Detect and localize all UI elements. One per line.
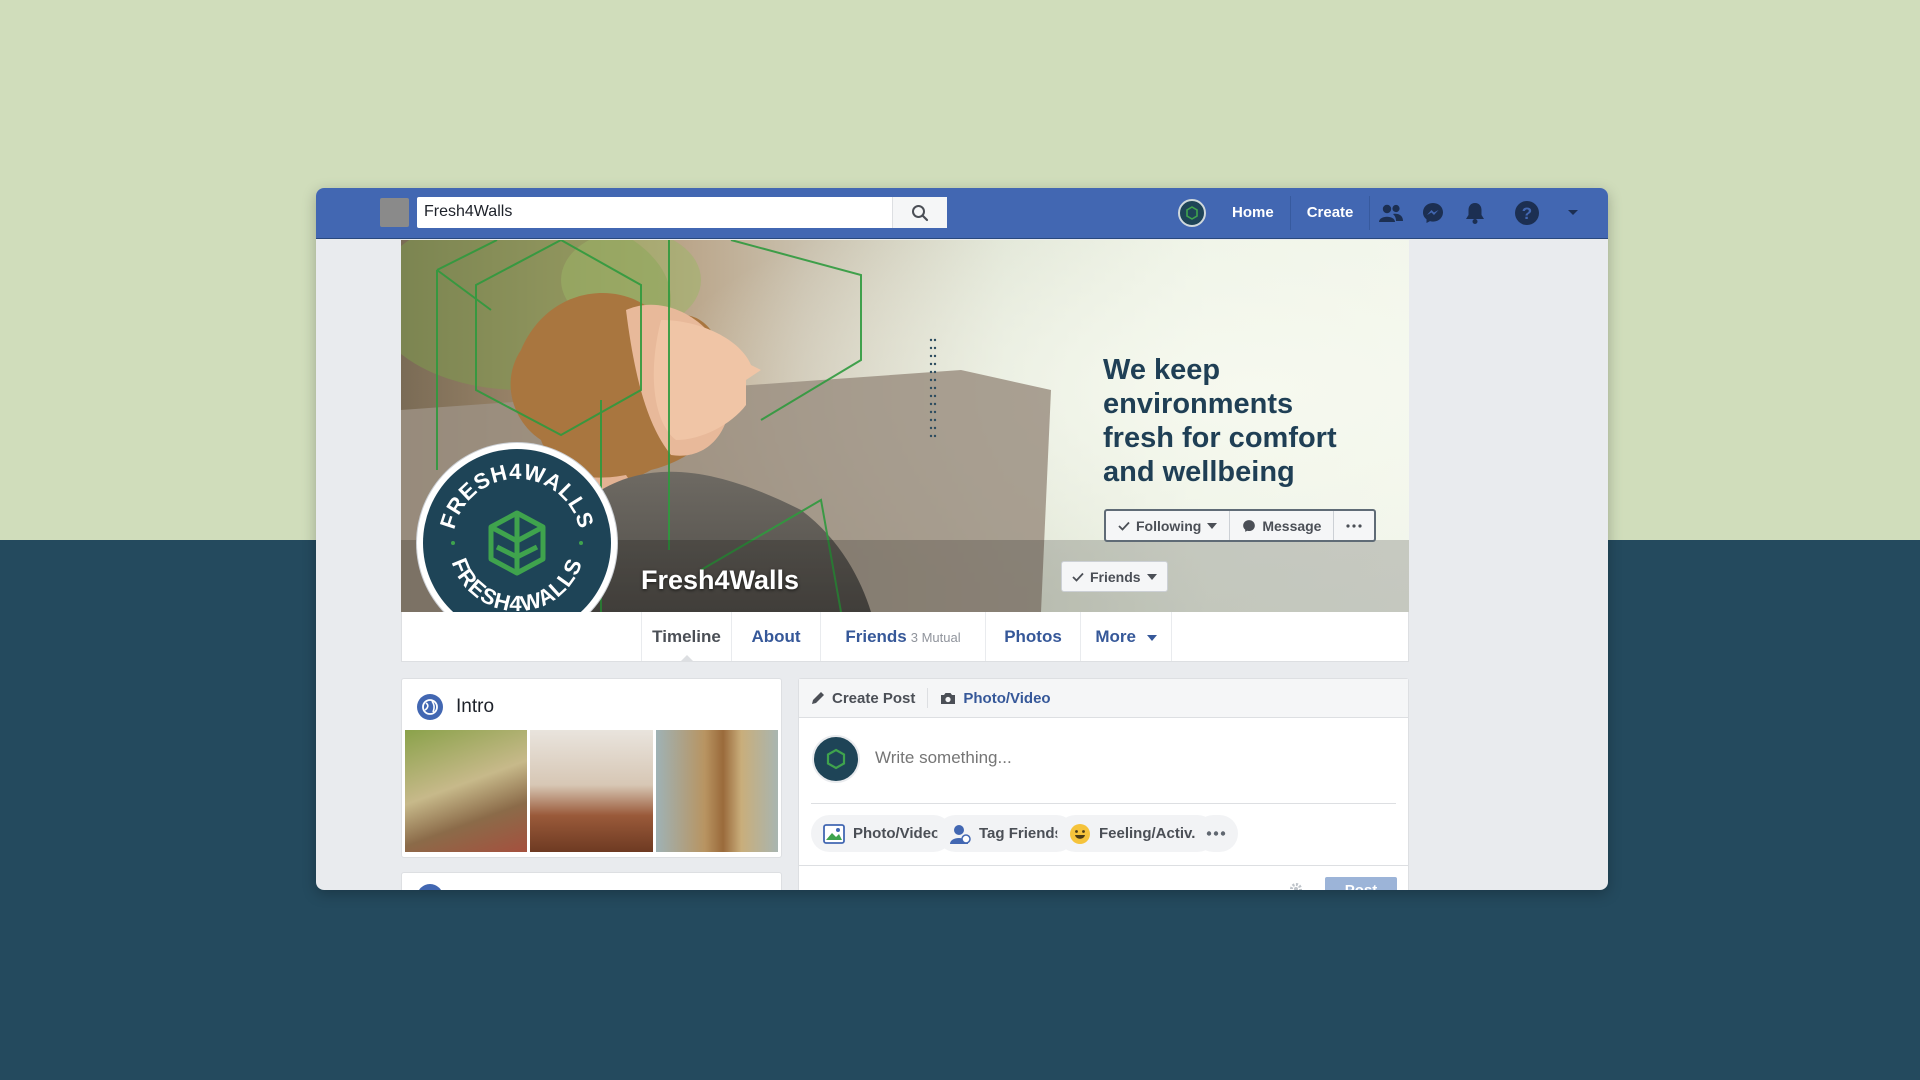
- search-button[interactable]: [892, 197, 947, 228]
- gear-icon[interactable]: [1289, 882, 1303, 890]
- checkmark-icon: [1072, 572, 1084, 582]
- tab-photos[interactable]: Photos: [985, 612, 1080, 661]
- tag-friends-button[interactable]: Tag Friends: [937, 815, 1075, 852]
- message-button-label: Message: [1262, 517, 1322, 534]
- smiley-icon: [1070, 823, 1090, 844]
- caret-down-icon: [1207, 522, 1218, 529]
- create-post-tab[interactable]: Create Post: [799, 688, 929, 708]
- ellipsis-icon: [1346, 523, 1363, 528]
- composer-avatar: [812, 735, 860, 783]
- nav-create-link[interactable]: Create: [1291, 196, 1371, 230]
- intro-photo-seedling[interactable]: [405, 730, 528, 852]
- active-tab-indicator: [679, 655, 694, 662]
- following-button-label: Following: [1136, 517, 1202, 534]
- globe-icon: [417, 694, 443, 720]
- notifications-bell-icon[interactable]: [1454, 196, 1496, 230]
- composer-divider: [811, 803, 1396, 804]
- page-title[interactable]: Fresh4Walls: [641, 565, 799, 596]
- search-icon: [912, 204, 929, 221]
- friends-button[interactable]: Friends: [1061, 561, 1168, 592]
- post-composer: Create Post Photo/Video Photo/Video Tag …: [798, 678, 1409, 890]
- top-navigation-bar: Home Create ?: [316, 188, 1608, 239]
- friend-requests-icon[interactable]: [1370, 196, 1412, 230]
- ellipsis-icon: [1206, 831, 1226, 836]
- intro-title: Intro: [456, 696, 495, 717]
- globe-icon: [419, 884, 441, 890]
- tab-about-label: About: [751, 627, 801, 646]
- nav-home-link[interactable]: Home: [1216, 196, 1291, 230]
- mutual-friends-count: 3 Mutual: [910, 630, 961, 645]
- messenger-icon[interactable]: [1412, 196, 1454, 230]
- nav-right: Home Create ?: [1178, 196, 1594, 230]
- tab-timeline-label: Timeline: [652, 627, 721, 646]
- friends-button-label: Friends: [1090, 568, 1141, 585]
- photo-video-tab-label: Photo/Video: [963, 689, 1051, 707]
- search-input[interactable]: [424, 202, 874, 222]
- more-options-button[interactable]: [1334, 511, 1374, 540]
- composer-header: Create Post Photo/Video: [799, 679, 1408, 718]
- tab-about[interactable]: About: [731, 612, 820, 661]
- tab-friends-label: Friends: [845, 627, 907, 646]
- help-icon[interactable]: ?: [1506, 196, 1548, 230]
- tab-friends[interactable]: Friends 3 Mutual: [820, 612, 985, 661]
- brand-mark-icon: [1186, 206, 1198, 220]
- profile-avatar[interactable]: [1178, 199, 1206, 227]
- browser-window: Home Create ?: [316, 188, 1608, 890]
- photo-icon: [823, 823, 845, 844]
- photo-video-button[interactable]: Photo/Video: [811, 815, 953, 852]
- search-box: [417, 197, 947, 228]
- intro-card: Intro: [401, 678, 782, 858]
- message-button[interactable]: Message: [1230, 511, 1335, 540]
- feeling-activity-button[interactable]: Feeling/Activ...: [1057, 815, 1216, 852]
- photo-video-button-label: Photo/Video: [853, 825, 941, 842]
- photo-video-tab[interactable]: Photo/Video: [928, 688, 1062, 708]
- tag-friends-icon: [950, 824, 971, 844]
- intro-photo-grid: [405, 730, 778, 852]
- more-composer-options-button[interactable]: [1195, 815, 1238, 852]
- composer-footer-divider: [799, 865, 1408, 866]
- checkmark-icon: [1118, 521, 1130, 531]
- caret-down-icon: [1146, 573, 1157, 580]
- secondary-card: [401, 872, 782, 890]
- post-text-input[interactable]: [875, 748, 1375, 768]
- intro-header: Intro: [416, 693, 494, 721]
- facebook-logo-icon[interactable]: [380, 198, 409, 227]
- caret-down-icon: [1146, 634, 1157, 641]
- intro-photo-building[interactable]: [655, 730, 778, 852]
- camera-icon: [941, 692, 956, 704]
- tab-more-label: More: [1095, 627, 1136, 646]
- feeling-activity-label: Feeling/Activ...: [1099, 825, 1204, 842]
- following-button[interactable]: Following: [1106, 511, 1231, 540]
- cover-action-group: Following Message: [1104, 509, 1377, 542]
- create-post-label: Create Post: [832, 689, 916, 707]
- cover-tagline: We keep environments fresh for comfort a…: [1103, 354, 1337, 488]
- pencil-icon: [812, 692, 824, 704]
- tab-photos-label: Photos: [1004, 627, 1062, 646]
- post-button[interactable]: Post: [1325, 877, 1397, 890]
- messenger-icon: [1243, 519, 1256, 532]
- tag-friends-label: Tag Friends: [979, 825, 1063, 842]
- svg-text:?: ?: [1522, 204, 1532, 223]
- tab-more[interactable]: More: [1080, 612, 1172, 661]
- brand-mark-icon: [826, 748, 846, 770]
- account-menu-chevron-down-icon[interactable]: [1552, 196, 1594, 230]
- intro-photo-office[interactable]: [530, 730, 653, 852]
- tab-timeline[interactable]: Timeline: [641, 612, 731, 662]
- page-tabs: Timeline About Friends 3 Mutual Photos Mo…: [401, 612, 1409, 662]
